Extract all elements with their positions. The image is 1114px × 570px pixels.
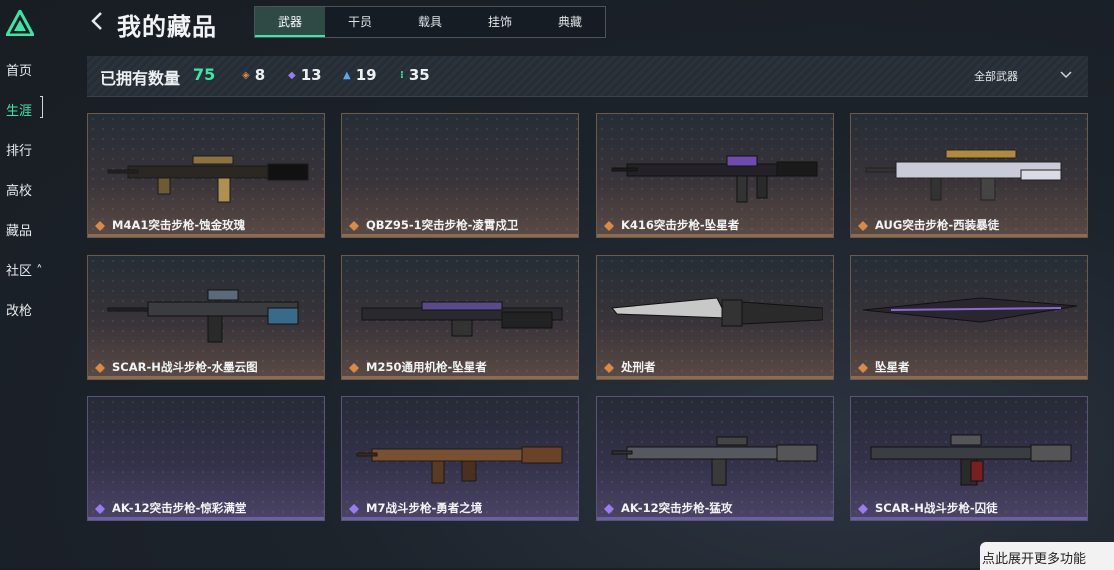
collection-card[interactable]: 处刑者 — [596, 255, 834, 380]
card-rarity-bar — [342, 517, 578, 520]
weapon-image — [865, 149, 1062, 201]
rarity-blue-icon: ▲ — [343, 70, 351, 81]
rarity-orange-icon — [858, 221, 868, 231]
collection-item-name: SCAR-H战斗步枪-水墨云图 — [112, 360, 258, 374]
collection-item-name: QBZ95-1突击步枪-凌霄戍卫 — [366, 218, 519, 232]
weapon-image — [107, 155, 309, 203]
rarity-count-blue: ▲ 19 — [343, 66, 377, 84]
rarity-orange-icon — [604, 221, 614, 231]
card-rarity-bar — [597, 234, 833, 237]
rarity-orange-icon — [95, 221, 105, 231]
tab-charms[interactable]: 挂饰 — [465, 7, 535, 37]
rarity-orange-icon — [95, 363, 105, 373]
weapon-image — [356, 446, 563, 484]
rarity-orange-icon — [349, 363, 359, 373]
card-rarity-bar — [851, 234, 1087, 237]
collection-item-name: AK-12突击步枪-猛攻 — [621, 501, 733, 515]
weapon-image — [611, 436, 818, 486]
card-rarity-bar — [342, 376, 578, 379]
sidebar-item-home[interactable]: 首页 — [6, 60, 32, 79]
weapon-image — [352, 126, 568, 212]
expand-more-functions-button[interactable]: 点此展开更多功能 — [980, 542, 1114, 570]
collection-item-name: M250通用机枪-坠星者 — [366, 360, 487, 374]
card-rarity-bar — [597, 376, 833, 379]
collection-card[interactable]: AK-12突击步枪-惊彩满堂 — [87, 396, 325, 521]
card-rarity-bar — [88, 517, 324, 520]
card-rarity-bar — [851, 517, 1087, 520]
sidebar-item-career[interactable]: 生涯 — [6, 100, 32, 119]
card-rarity-bar — [597, 517, 833, 520]
category-tabs: 武器 干员 载具 挂饰 典藏 — [254, 6, 606, 38]
collection-item-name: AK-12突击步枪-惊彩满堂 — [112, 501, 247, 515]
collection-item-name: SCAR-H战斗步枪-囚徒 — [875, 501, 998, 515]
rarity-count-green: ⁝ 35 — [400, 66, 430, 84]
collection-item-name: 处刑者 — [621, 360, 656, 374]
sidebar-active-indicator — [40, 96, 43, 118]
card-rarity-bar — [88, 376, 324, 379]
collection-item-name: M7战斗步枪-勇者之境 — [366, 501, 483, 515]
collection-card[interactable]: K416突击步枪-坠星者 — [596, 113, 834, 238]
owned-count-total: 75 — [193, 65, 216, 84]
tab-weapons[interactable]: 武器 — [255, 7, 325, 37]
collection-card[interactable]: SCAR-H战斗步枪-囚徒 — [850, 396, 1088, 521]
rarity-purple-icon: ◆ — [288, 70, 296, 81]
sidebar-item-community[interactable]: 社区 ˄ — [6, 260, 43, 279]
collection-card[interactable]: QBZ95-1突击步枪-凌霄戍卫 — [341, 113, 579, 238]
back-arrow-icon[interactable] — [89, 10, 105, 32]
card-rarity-bar — [851, 376, 1087, 379]
rarity-purple-icon — [95, 504, 105, 514]
page-title: 我的藏品 — [117, 13, 217, 41]
rarity-green-icon: ⁝ — [400, 70, 404, 81]
tab-vehicles[interactable]: 载具 — [395, 7, 465, 37]
card-rarity-bar — [342, 234, 578, 237]
weapon-image — [870, 434, 1072, 486]
weapon-image — [98, 409, 314, 495]
rarity-orange-icon — [858, 363, 868, 373]
collection-card[interactable]: M4A1突击步枪-蚀金玫瑰 — [87, 113, 325, 238]
rarity-orange-icon: ◈ — [242, 70, 250, 81]
rarity-orange-icon — [349, 221, 359, 231]
weapon-filter-select[interactable]: 全部武器 — [974, 68, 1018, 84]
chevron-down-icon[interactable] — [1059, 68, 1073, 82]
collection-card[interactable]: 坠星者 — [850, 255, 1088, 380]
rarity-purple-icon — [349, 504, 359, 514]
collection-summary-bar: 已拥有数量 75 ◈ 8 ◆ 13 ▲ 19 ⁝ 35 全部武器 — [87, 56, 1088, 97]
collection-item-name: 坠星者 — [875, 360, 910, 374]
collection-card[interactable]: M7战斗步枪-勇者之境 — [341, 396, 579, 521]
app-logo-icon — [6, 10, 34, 36]
rarity-purple-icon — [858, 504, 868, 514]
collection-card[interactable]: M250通用机枪-坠星者 — [341, 255, 579, 380]
rarity-orange-icon — [604, 363, 614, 373]
weapon-image — [611, 155, 818, 203]
tab-operators[interactable]: 干员 — [325, 7, 395, 37]
sidebar-item-ranking[interactable]: 排行 — [6, 140, 32, 159]
collection-card[interactable]: AK-12突击步枪-猛攻 — [596, 396, 834, 521]
rarity-count-purple: ◆ 13 — [288, 66, 322, 84]
owned-count-label: 已拥有数量 — [100, 69, 181, 88]
tab-archive[interactable]: 典藏 — [535, 7, 605, 37]
collection-item-name: AUG突击步枪-西装暴徒 — [875, 218, 1000, 232]
sidebar-item-collection[interactable]: 藏品 — [6, 220, 32, 239]
rarity-count-orange: ◈ 8 — [242, 66, 266, 84]
rarity-purple-icon — [604, 504, 614, 514]
weapon-image — [107, 289, 299, 343]
collection-card[interactable]: AUG突击步枪-西装暴徒 — [850, 113, 1088, 238]
sidebar-item-gunsmith[interactable]: 改枪 — [6, 300, 32, 319]
collection-card[interactable]: SCAR-H战斗步枪-水墨云图 — [87, 255, 325, 380]
card-rarity-bar — [88, 234, 324, 237]
collection-item-name: K416突击步枪-坠星者 — [621, 218, 740, 232]
collection-item-name: M4A1突击步枪-蚀金玫瑰 — [112, 218, 246, 232]
weapon-image — [611, 297, 823, 327]
weapon-image — [361, 301, 563, 337]
weapon-image — [862, 297, 1077, 323]
sidebar-item-campus[interactable]: 高校 — [6, 180, 32, 199]
